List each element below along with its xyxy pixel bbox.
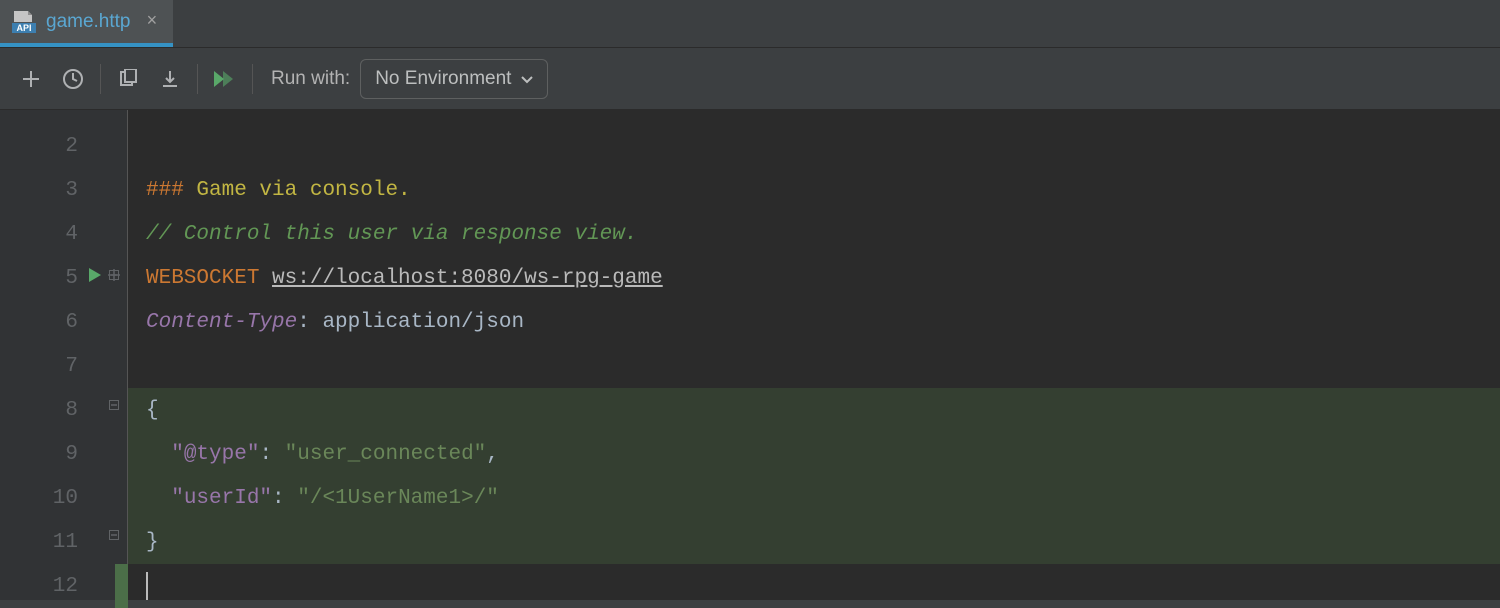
line-number: 7 bbox=[0, 344, 100, 388]
api-file-icon: API bbox=[12, 11, 36, 33]
run-gutter-icon[interactable] bbox=[88, 267, 102, 290]
code-line: "@type": "user_connected", bbox=[128, 432, 1500, 476]
line-number: 9 bbox=[0, 432, 100, 476]
environment-select[interactable]: No Environment bbox=[360, 59, 548, 99]
code-line: // Control this user via response view. bbox=[128, 212, 1500, 256]
tab-file-name: game.http bbox=[46, 11, 131, 33]
code-line bbox=[128, 124, 1500, 168]
tabs-bar: API game.http × bbox=[0, 0, 1500, 48]
fold-strip bbox=[100, 110, 128, 600]
line-number: 4 bbox=[0, 212, 100, 256]
code-line: { bbox=[128, 388, 1500, 432]
separator bbox=[252, 64, 253, 94]
add-button[interactable] bbox=[10, 59, 52, 99]
environment-value: No Environment bbox=[375, 68, 511, 90]
chevron-down-icon bbox=[521, 68, 533, 90]
code-line: "userId": "/<1UserName1>/" bbox=[128, 476, 1500, 520]
line-number: 2 bbox=[0, 124, 100, 168]
code-line: Content-Type: application/json bbox=[128, 300, 1500, 344]
line-number: 12 bbox=[0, 564, 100, 608]
code-line: } bbox=[128, 520, 1500, 564]
toolbar: Run with: No Environment bbox=[0, 48, 1500, 110]
run-with-label: Run with: bbox=[271, 68, 350, 90]
run-all-button[interactable] bbox=[204, 59, 246, 99]
text-caret bbox=[146, 572, 148, 600]
line-number: 11 bbox=[0, 520, 100, 564]
line-number: 6 bbox=[0, 300, 100, 344]
fold-icon[interactable] bbox=[108, 254, 120, 297]
gutter: 2 3 4 5 6 7 8 9 10 11 12 bbox=[0, 110, 100, 600]
separator bbox=[100, 64, 101, 94]
svg-text:API: API bbox=[16, 23, 31, 33]
line-number: 5 bbox=[0, 256, 100, 300]
separator bbox=[197, 64, 198, 94]
code-line bbox=[128, 344, 1500, 388]
code-line bbox=[128, 564, 1500, 608]
line-number: 3 bbox=[0, 168, 100, 212]
tab-game-http[interactable]: API game.http × bbox=[0, 0, 173, 47]
import-button[interactable] bbox=[149, 59, 191, 99]
editor[interactable]: 2 3 4 5 6 7 8 9 10 11 12 bbox=[0, 110, 1500, 600]
history-button[interactable] bbox=[52, 59, 94, 99]
copy-button[interactable] bbox=[107, 59, 149, 99]
close-icon[interactable]: × bbox=[141, 12, 158, 32]
code-line: WEBSOCKET ws://localhost:8080/ws-rpg-gam… bbox=[128, 256, 1500, 300]
fold-icon[interactable] bbox=[109, 513, 119, 556]
line-number: 10 bbox=[0, 476, 100, 520]
code-line: ### Game via console. bbox=[128, 168, 1500, 212]
fold-icon[interactable] bbox=[109, 384, 119, 427]
code-area[interactable]: ### Game via console. // Control this us… bbox=[128, 110, 1500, 600]
line-number: 8 bbox=[0, 388, 100, 432]
